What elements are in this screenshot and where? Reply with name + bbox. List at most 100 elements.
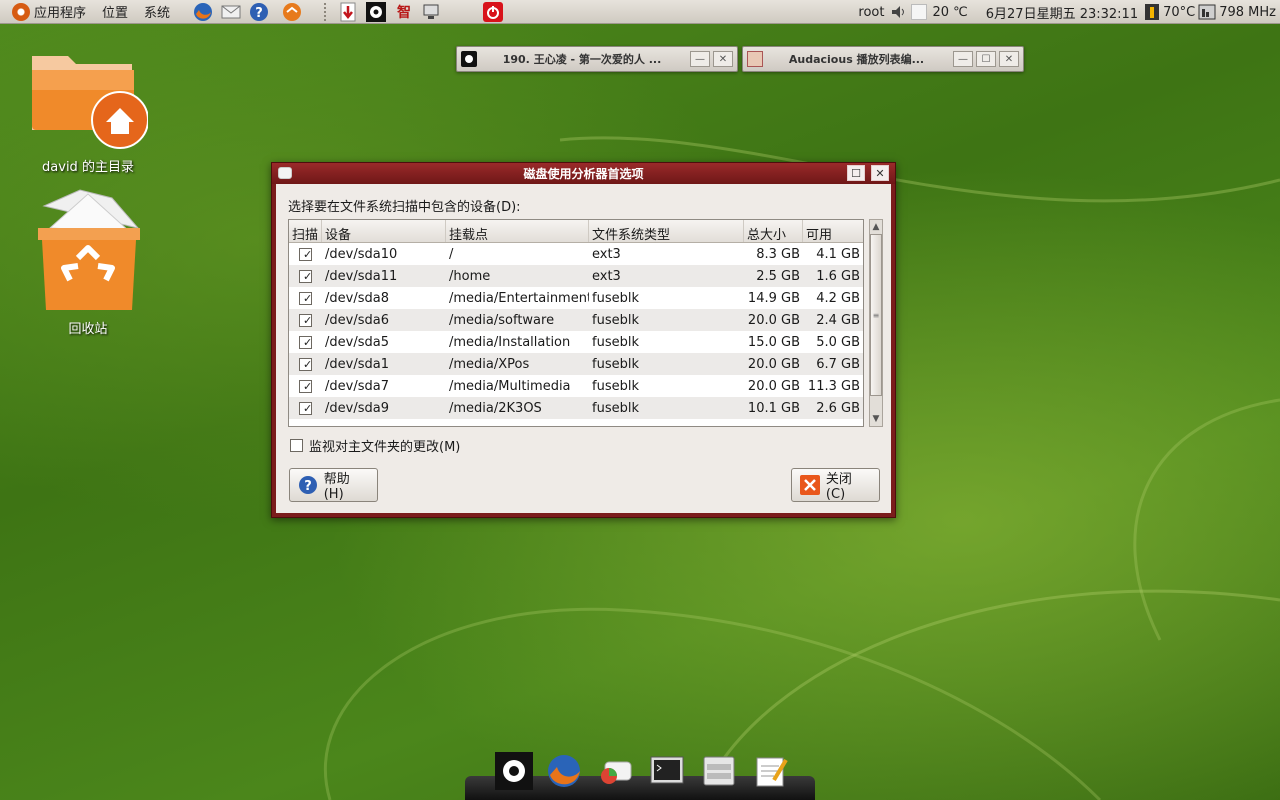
download-icon[interactable] [337,1,359,23]
text-editor-icon[interactable] [752,752,790,790]
table-row[interactable]: ✓ /dev/sda6/media/software fuseblk 20.0 GB 2… [289,309,863,331]
table-row[interactable]: ✓ /dev/sda9/media/2K3OS fuseblk 10.1 GB 2.6 … [289,397,863,419]
applications-menu[interactable]: 应用程序 [0,0,94,24]
places-menu[interactable]: 位置 [94,0,136,24]
fs-cell: fuseblk [592,334,639,350]
ubuntu-logo-icon [12,2,30,21]
scan-checkbox[interactable]: ✓ [299,313,312,327]
scan-checkbox[interactable]: ✓ [299,291,312,305]
weather-icon[interactable] [911,4,928,20]
table-row[interactable]: ✓ /dev/sda5/media/Installation fuseblk 15.0… [289,331,863,353]
trash-desktop-icon[interactable]: 回收站 [28,188,148,337]
column-header-available[interactable]: 可用 [803,220,863,243]
scan-checkbox[interactable]: ✓ [299,357,312,371]
scan-cell: ✓ [289,401,322,415]
fs-cell: fuseblk [592,290,639,306]
close-button[interactable]: ✕ [713,51,733,67]
device-cell: /dev/sda1 [325,356,389,372]
column-header-size[interactable]: 总大小 [744,220,803,243]
applications-menu-label: 应用程序 [34,6,87,21]
cpu-frequency[interactable]: 798 MHz [1217,5,1280,20]
scan-checkbox[interactable]: ✓ [299,247,312,261]
svg-text:?: ? [255,6,263,21]
monitor-home-checkbox[interactable] [290,439,303,452]
maximize-button[interactable]: ☐ [976,51,996,67]
system-tray: root 20 ℃ 6月27日星期五 23:32:11 70°C 798 MHz [853,0,1280,24]
help-icon[interactable]: ? [248,1,270,23]
maximize-button[interactable]: ☐ [847,165,865,181]
table-row[interactable]: ✓ /dev/sda8/media/Entertainment fuseblk 14.… [289,287,863,309]
disk-usage-icon[interactable] [596,752,634,790]
help-button[interactable]: ? 帮助(H) [289,468,378,502]
shutdown-icon[interactable] [482,1,504,23]
minimize-button[interactable]: — [690,51,710,67]
clock[interactable]: 6月27日星期五 23:32:11 [981,3,1143,22]
dialog-titlebar[interactable]: 磁盘使用分析器首选项 ☐ ✕ [272,163,895,184]
avail-cell: 4.1 GB [816,246,860,262]
scan-checkbox[interactable]: ✓ [299,401,312,415]
volume-icon[interactable] [889,5,909,19]
user-name[interactable]: root [853,5,889,20]
size-cell: 20.0 GB [747,356,800,372]
minimize-button[interactable]: — [953,51,973,67]
monitor-home-option[interactable]: 监视对主文件夹的更改(M) [290,436,460,455]
close-button[interactable]: ✕ [871,165,889,181]
table-row[interactable]: ✓ /dev/sda10 / ext3 8.3 GB 4.1 GB [289,243,863,265]
column-header-fstype[interactable]: 文件系统类型 [589,220,744,243]
scan-cell: ✓ [289,269,322,283]
mount-cell: /media/Installation [449,334,571,350]
file-manager-icon[interactable] [700,752,738,790]
mount-cell: /media/software [449,312,555,328]
monitor-icon[interactable] [421,1,443,23]
size-cell: 8.3 GB [756,246,800,262]
scroll-thumb[interactable]: ≡ [870,234,882,396]
home-folder-desktop-icon[interactable]: david 的主目录 [28,46,148,175]
device-cell: /dev/sda10 [325,246,398,262]
terminal-icon[interactable] [648,752,686,790]
cpu-temperature[interactable]: 70°C [1161,5,1197,20]
table-scrollbar[interactable]: ▲ ≡ ▼ [869,219,883,427]
scan-cell: ✓ [289,379,322,393]
fs-cell: fuseblk [592,312,639,328]
temperature-readout[interactable]: 20 ℃ [927,5,972,20]
mini-window-title: 190. 王心凌 - 第一次爱的人 ... [502,53,662,66]
update-icon[interactable] [281,1,303,23]
fs-cell: ext3 [592,268,621,284]
scan-checkbox[interactable]: ✓ [299,269,312,283]
column-header-mount[interactable]: 挂载点 [446,220,589,243]
audacious-player-window[interactable]: 190. 王心凌 - 第一次爱的人 ... — ✕ [456,46,738,72]
table-rows: ✓ /dev/sda10 / ext3 8.3 GB 4.1 GB ✓ /dev/sda11 /… [289,243,863,419]
device-cell: /dev/sda8 [325,290,389,306]
mail-icon[interactable] [220,1,242,23]
mount-cell: /media/Entertainment [449,290,589,306]
column-header-device[interactable]: 设备 [322,220,446,243]
table-row[interactable]: ✓ /dev/sda7/media/Multimedia fuseblk 20.0 G… [289,375,863,397]
firefox-icon[interactable] [545,752,583,790]
audacious-icon[interactable] [365,1,387,23]
table-row[interactable]: ✓ /dev/sda11/home ext3 2.5 GB 1.6 GB [289,265,863,287]
trash-icon [38,189,140,310]
audacious-icon[interactable] [495,752,533,790]
column-header-scan[interactable]: 扫描 [289,220,322,243]
device-table[interactable]: 扫描 设备 挂载点 文件系统类型 总大小 可用 ✓ /dev/sda10 / ext3… [288,219,864,427]
close-button[interactable]: 关闭(C) [791,468,880,502]
scan-checkbox[interactable]: ✓ [299,379,312,393]
playlist-editor-window[interactable]: Audacious 播放列表编... — ☐ ✕ [742,46,1024,72]
firefox-icon[interactable] [192,1,214,23]
size-cell: 20.0 GB [747,378,800,394]
scan-cell: ✓ [289,291,322,305]
scan-cell: ✓ [289,357,322,371]
scroll-down-arrow[interactable]: ▼ [870,412,882,426]
system-menu[interactable]: 系统 [136,0,178,24]
disk-usage-icon [278,167,292,179]
close-button[interactable]: ✕ [999,51,1019,67]
size-cell: 15.0 GB [747,334,800,350]
fs-cell: fuseblk [592,356,639,372]
scan-checkbox[interactable]: ✓ [299,335,312,349]
table-row[interactable]: ✓ /dev/sda1/media/XPos fuseblk 20.0 GB 6.7 G… [289,353,863,375]
cpu-frequency-icon [1197,3,1217,21]
avail-cell: 2.4 GB [816,312,860,328]
scroll-up-arrow[interactable]: ▲ [870,220,882,234]
zhi-icon[interactable]: 智 [393,1,415,23]
scan-cell: ✓ [289,313,322,327]
